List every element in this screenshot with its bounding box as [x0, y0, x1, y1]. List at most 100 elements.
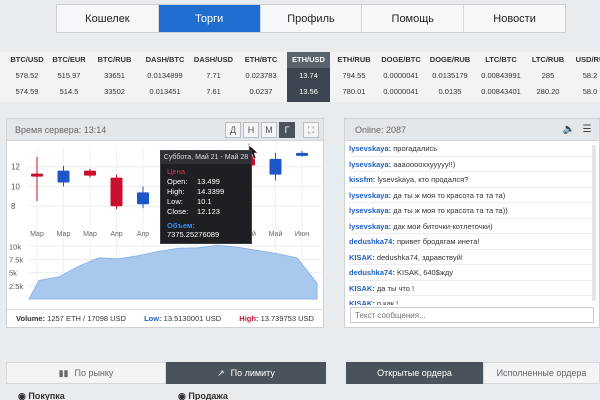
chat-nick[interactable]: KISAK:	[349, 284, 375, 293]
chat-nick[interactable]: dedushka74:	[349, 237, 395, 246]
ticker-price: 280.20	[536, 87, 560, 96]
tab-wallet[interactable]: Кошелек	[57, 5, 159, 32]
server-time: Время сервера: 13:14	[15, 124, 107, 135]
ticker-pair[interactable]: DOGE/RUB 0.0135179 0.0135	[425, 52, 475, 102]
ticker-price: 0.0000041	[383, 87, 419, 96]
tooltip-row: Open: 13.499	[167, 177, 220, 186]
ticker-pair-name: ETH/BTC	[244, 55, 278, 64]
ticker-price: 0.0237	[249, 87, 273, 96]
expand-icon[interactable]: ⛶	[303, 122, 319, 138]
ticker-pair[interactable]: ETH/RUB 794.55 780.01	[331, 52, 377, 102]
tab-help[interactable]: Помощь	[362, 5, 465, 32]
ticker-pair-name: DASH/USD	[193, 55, 234, 64]
x-tick-label: Июн	[295, 231, 309, 238]
menu-icon[interactable]: ☰	[579, 122, 595, 138]
ticker-pair[interactable]: BTC/USD 578.52 574.59	[7, 52, 47, 102]
period-week-button[interactable]: Н	[243, 122, 259, 138]
tab-trading[interactable]: Торги	[158, 5, 261, 32]
period-year-button[interactable]: Г	[279, 122, 295, 138]
ticker-pair-name: BTC/USD	[10, 55, 44, 64]
chat-text: да ты ж моя то красота та та та))	[391, 206, 508, 215]
ticker-price: 0.0135179	[432, 71, 468, 80]
candle-body	[57, 170, 70, 183]
chat-text: аааооооххууууу!!)	[391, 159, 456, 169]
main-nav: Кошелек Торги Профиль Помощь Новости	[56, 4, 566, 33]
ticker-pair[interactable]: LTC/RUB 285 280.20	[527, 52, 569, 102]
chat-text: KISAK, 640$жду	[394, 268, 454, 277]
tab-filled-orders[interactable]: Исполненные ордера	[483, 362, 600, 384]
chat-message: lysevskaya: да ты ж моя то красота та та…	[349, 188, 595, 203]
period-day-button[interactable]: Д	[225, 122, 241, 138]
ticker-pair-name: DOGE/RUB	[429, 55, 471, 64]
chat-nick[interactable]: lysevskaya:	[349, 191, 391, 200]
ticker-price: 13.56	[299, 87, 318, 96]
tooltip-row: Close: 12.123	[167, 207, 220, 216]
ticker-pair[interactable]: USD/RU 58.2 58.0	[570, 52, 600, 102]
ticker-pair[interactable]: BTC/RUB 33651 33502	[91, 52, 138, 102]
tooltip-volume: Объем: 7375.25276089	[167, 221, 220, 239]
ticker-price: 7.61	[206, 87, 221, 96]
price-tick-label: 8	[11, 202, 16, 211]
volume-tick-label: 2.5k	[9, 282, 23, 291]
period-month-button[interactable]: М	[261, 122, 277, 138]
chat-nick[interactable]: kissfm:	[349, 175, 375, 184]
chat-message: dedushka74: KISAK, 640$жду	[349, 265, 595, 281]
tab-market-order[interactable]: ▮▮ По рынку	[6, 362, 166, 384]
chat-header: Online: 2087 🔈 ☰	[345, 119, 599, 141]
chat-scrollbar[interactable]	[592, 145, 596, 301]
x-tick-label: Мар	[83, 231, 97, 238]
chat-text: dedushka74, здравствуй!	[374, 252, 463, 262]
tab-profile[interactable]: Профиль	[261, 5, 363, 32]
volume-tick-label: 7.5k	[9, 255, 23, 264]
tab-open-orders[interactable]: Открытые ордера	[346, 362, 483, 384]
x-tick-label: Мар	[30, 231, 44, 238]
chat-nick[interactable]: lysevskaya:	[349, 144, 391, 153]
chat-nick[interactable]: KISAK:	[349, 299, 375, 305]
ticker-pair[interactable]: ETH/USD 13.74 13.56	[287, 52, 330, 102]
chat-text: привет бродягам инета!	[394, 237, 480, 246]
speaker-icon[interactable]: 🔈	[561, 122, 577, 138]
ticker-price: 0.0135	[438, 87, 462, 96]
ticker-price: 0.0134899	[147, 71, 183, 80]
chat-nick[interactable]: lysevskaya:	[349, 222, 391, 231]
ticker-pair[interactable]: DASH/BTC 0.0134899 0.013451	[140, 52, 190, 102]
ticker-pair[interactable]: LTC/BTC 0.00843991 0.00843401	[476, 52, 526, 102]
tab-limit-order[interactable]: ↗ По лимиту	[166, 362, 326, 384]
candle-body	[31, 173, 43, 177]
price-tick-label: 12	[11, 163, 20, 172]
ticker-price: 0.00843991	[481, 71, 521, 80]
chat-message: dedushka74: привет бродягам инета!	[349, 234, 595, 250]
ticker-pair[interactable]: DASH/USD 7.71 7.61	[191, 52, 236, 102]
ticker-price: 33502	[104, 87, 125, 96]
ticker-pair[interactable]: DOGE/BTC 0.0000041 0.0000041	[378, 52, 424, 102]
buy-heading: ◉ Покупка	[18, 391, 65, 400]
chat-text: дак мои биточки-котлеточки)	[391, 221, 493, 231]
ticker-pair-name: ETH/RUB	[337, 55, 371, 64]
chat-message: lysevskaya: дак мои биточки-котлеточки)	[349, 219, 595, 234]
ticker-price: 780.01	[342, 87, 366, 96]
ticker-pair-name: DASH/BTC	[145, 55, 185, 64]
chat-text: о как !	[374, 299, 399, 305]
candle-body	[84, 170, 96, 176]
tab-news[interactable]: Новости	[464, 5, 565, 32]
ticker-price: 574.59	[15, 87, 39, 96]
ticker-price: 0.013451	[149, 87, 181, 96]
chat-nick[interactable]: lysevskaya:	[349, 206, 391, 215]
chat-nick[interactable]: KISAK:	[349, 253, 375, 262]
ticker-price: 0.0000041	[383, 71, 419, 80]
ticker-price: 33651	[104, 71, 125, 80]
sell-heading: ◉ Продажа	[178, 391, 228, 400]
chat-message: KISAK: да ты что !	[349, 281, 595, 296]
volume-tick-label: 5k	[9, 269, 17, 278]
high-stat: High: 13.739753 USD	[239, 314, 314, 323]
ticker-price: 794.55	[342, 71, 366, 80]
candle-body	[137, 192, 149, 205]
chat-nick[interactable]: lysevskaya:	[349, 160, 391, 169]
chat-message-input[interactable]	[350, 307, 594, 323]
chat-message: lysevskaya: прогадались	[349, 141, 595, 157]
ticker-pair[interactable]: BTC/EUR 515.97 514.5	[49, 52, 89, 102]
ticker-price: 58.2	[582, 71, 598, 80]
ticker-pair[interactable]: ETH/BTC 0.023783 0.0237	[237, 52, 285, 102]
arrow-up-right-icon: ↗	[217, 367, 225, 378]
chat-nick[interactable]: dedushka74:	[349, 268, 395, 277]
